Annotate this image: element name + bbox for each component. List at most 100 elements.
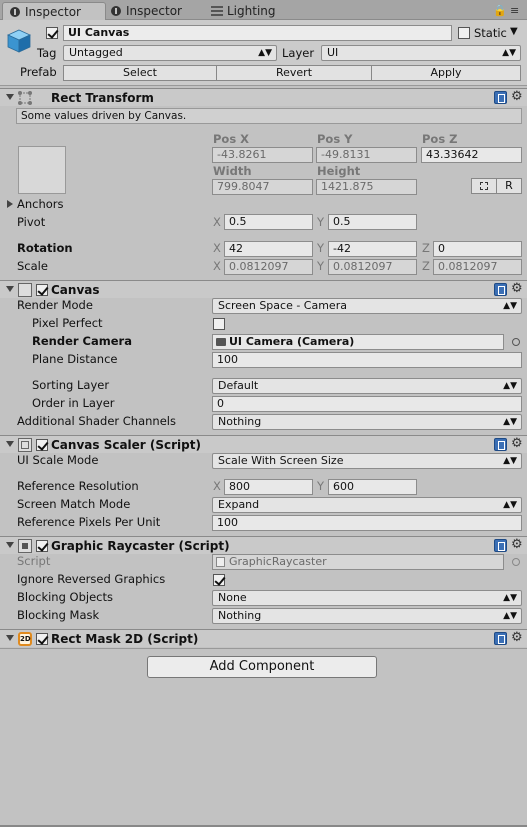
help-book-icon[interactable] [494, 632, 507, 645]
pos-x-field[interactable]: -43.8261 [212, 147, 313, 163]
ui-scale-mode-dropdown[interactable]: Scale With Screen Size ▲▼ [212, 453, 522, 469]
screen-match-mode-label: Screen Match Mode [17, 497, 131, 511]
foldout-arrow-icon[interactable] [6, 441, 14, 447]
anchor-preset-preview[interactable] [18, 146, 66, 194]
width-label: Width [213, 164, 252, 178]
rot-z-label: Z [422, 241, 430, 255]
tab-menu-icon[interactable]: ≡ [510, 4, 519, 17]
order-in-layer-field[interactable]: 0 [212, 396, 522, 412]
gear-icon[interactable]: ⚙ [511, 537, 523, 552]
width-field[interactable]: 799.8047 [212, 179, 313, 195]
object-name-input[interactable]: UI Canvas [63, 25, 452, 41]
prefab-apply-button[interactable]: Apply [371, 65, 521, 81]
blueprint-mode-button[interactable] [471, 178, 497, 194]
gameobject-cube-icon [7, 29, 31, 53]
layer-dropdown[interactable]: UI ▲▼ [321, 45, 521, 61]
rect-transform-header[interactable]: Rect Transform ⚙ [0, 88, 527, 106]
render-camera-field[interactable]: UI Camera (Camera) [212, 334, 504, 350]
shader-channels-dropdown[interactable]: Nothing ▲▼ [212, 414, 522, 430]
dropdown-arrow-icon: ▲▼ [503, 301, 517, 311]
rect-mask-2d-header[interactable]: 2D Rect Mask 2D (Script) ⚙ [0, 629, 527, 647]
help-book-icon[interactable] [494, 283, 507, 296]
canvas-enabled-checkbox[interactable] [36, 284, 48, 296]
rect-mask-enabled-checkbox[interactable] [36, 633, 48, 645]
add-component-button[interactable]: Add Component [147, 656, 377, 678]
pivot-x-field[interactable]: 0.5 [224, 214, 313, 230]
dropdown-arrow-icon: ▲▼ [258, 48, 272, 58]
rot-y-field[interactable]: -42 [328, 241, 417, 257]
graphic-raycaster-enabled-checkbox[interactable] [36, 540, 48, 552]
plane-distance-field[interactable]: 100 [212, 352, 522, 368]
active-checkbox[interactable] [46, 27, 58, 39]
rot-z-field[interactable]: 0 [433, 241, 522, 257]
pivot-y-label: Y [317, 215, 325, 229]
object-picker-icon[interactable] [512, 338, 520, 346]
foldout-arrow-icon[interactable] [6, 635, 14, 641]
anchors-foldout-icon[interactable] [7, 200, 13, 208]
canvas-header[interactable]: Canvas ⚙ [0, 280, 527, 298]
static-dropdown-arrow-icon[interactable]: ▼ [510, 24, 518, 40]
tab-inspector-2[interactable]: Inspector [104, 2, 204, 20]
help-book-icon[interactable] [494, 91, 507, 104]
info-icon [10, 7, 20, 17]
reference-ppu-field[interactable]: 100 [212, 515, 522, 531]
blocking-mask-dropdown[interactable]: Nothing ▲▼ [212, 608, 522, 624]
ignore-reversed-label: Ignore Reversed Graphics [17, 572, 166, 586]
canvas-scaler-icon [18, 438, 32, 452]
canvas-scaler-header[interactable]: Canvas Scaler (Script) ⚙ [0, 435, 527, 453]
pos-y-field[interactable]: -49.8131 [316, 147, 417, 163]
lighting-icon [211, 6, 223, 16]
dropdown-arrow-icon: ▲▼ [503, 381, 517, 391]
prefab-revert-button[interactable]: Revert [216, 65, 372, 81]
gear-icon[interactable]: ⚙ [511, 436, 523, 451]
canvas-scaler-enabled-checkbox[interactable] [36, 439, 48, 451]
pos-z-field[interactable]: 43.33642 [421, 147, 522, 163]
graphic-raycaster-title: Graphic Raycaster (Script) [51, 539, 230, 553]
gear-icon[interactable]: ⚙ [511, 89, 523, 104]
lock-icon[interactable]: 🔒 [493, 4, 507, 17]
dropdown-arrow-icon: ▲▼ [503, 500, 517, 510]
script-label: Script [17, 554, 51, 568]
render-mode-dropdown[interactable]: Screen Space - Camera ▲▼ [212, 298, 522, 314]
blocking-objects-dropdown[interactable]: None ▲▼ [212, 590, 522, 606]
prefab-select-button[interactable]: Select [63, 65, 217, 81]
rect-mask-2d-title: Rect Mask 2D (Script) [51, 632, 199, 646]
blocking-objects-label: Blocking Objects [17, 590, 113, 604]
static-checkbox[interactable] [458, 27, 470, 39]
screen-match-mode-dropdown[interactable]: Expand ▲▼ [212, 497, 522, 513]
help-book-icon[interactable] [494, 438, 507, 451]
tab-inspector-1[interactable]: Inspector [2, 2, 106, 20]
order-in-layer-label: Order in Layer [32, 396, 115, 410]
render-camera-label: Render Camera [32, 334, 132, 348]
pivot-y-field[interactable]: 0.5 [328, 214, 417, 230]
scale-z-field[interactable]: 0.0812097 [433, 259, 522, 275]
script-file-icon [216, 557, 225, 567]
plane-distance-label: Plane Distance [32, 352, 118, 366]
reference-x-field[interactable]: 800 [224, 479, 313, 495]
dropdown-arrow-icon: ▲▼ [503, 593, 517, 603]
tab-lighting[interactable]: Lighting [205, 2, 295, 20]
foldout-arrow-icon[interactable] [6, 542, 14, 548]
scale-x-field[interactable]: 0.0812097 [224, 259, 313, 275]
sorting-layer-dropdown[interactable]: Default ▲▼ [212, 378, 522, 394]
tag-dropdown[interactable]: Untagged ▲▼ [63, 45, 277, 61]
graphic-raycaster-icon [18, 539, 32, 553]
info-icon [111, 6, 121, 16]
raw-edit-button[interactable]: R [496, 178, 522, 194]
reference-y-field[interactable]: 600 [328, 479, 417, 495]
gear-icon[interactable]: ⚙ [511, 281, 523, 296]
ignore-reversed-checkbox[interactable] [213, 574, 225, 586]
help-book-icon[interactable] [494, 539, 507, 552]
pos-z-label: Pos Z [422, 132, 458, 146]
height-field[interactable]: 1421.875 [316, 179, 417, 195]
foldout-arrow-icon[interactable] [6, 286, 14, 292]
canvas-icon [18, 283, 32, 297]
graphic-raycaster-header[interactable]: Graphic Raycaster (Script) ⚙ [0, 536, 527, 554]
rot-x-field[interactable]: 42 [224, 241, 313, 257]
rect-transform-icon [18, 91, 32, 105]
foldout-arrow-icon[interactable] [6, 94, 14, 100]
pixel-perfect-checkbox[interactable] [213, 318, 225, 330]
anchors-label[interactable]: Anchors [17, 196, 64, 212]
gear-icon[interactable]: ⚙ [511, 630, 523, 645]
scale-y-field[interactable]: 0.0812097 [328, 259, 417, 275]
